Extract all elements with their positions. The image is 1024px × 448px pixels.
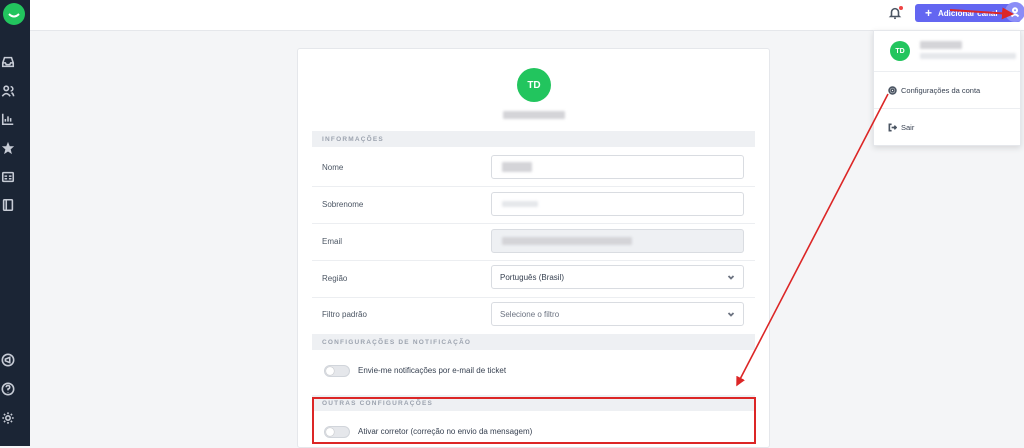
- profile-card: TD INFORMAÇÕES Nome Sobrenome Email Regi…: [297, 48, 770, 448]
- contacts-icon[interactable]: [0, 83, 16, 99]
- chevron-down-icon: [727, 310, 735, 318]
- dropdown-divider: [874, 108, 1020, 109]
- user-menu-avatar[interactable]: [1005, 2, 1024, 22]
- redacted-name-value: [502, 162, 532, 172]
- profile-avatar: TD: [517, 68, 551, 102]
- email-ticket-notification-toggle[interactable]: [324, 365, 350, 377]
- redacted-dropdown-name: [920, 41, 962, 49]
- megaphone-icon[interactable]: [0, 352, 16, 368]
- sidebar: [0, 0, 30, 446]
- row-divider: [312, 186, 755, 187]
- name-label: Nome: [322, 163, 344, 172]
- toggle-knob: [326, 367, 334, 375]
- logout-label: Sair: [901, 123, 915, 132]
- app-logo-icon[interactable]: [3, 3, 25, 25]
- help-icon[interactable]: [0, 381, 16, 397]
- gear-icon: [888, 86, 897, 95]
- account-settings-menu-item[interactable]: Configurações da conta: [888, 86, 980, 95]
- email-field[interactable]: [491, 229, 744, 253]
- star-icon[interactable]: [0, 140, 16, 156]
- default-filter-select[interactable]: Selecione o filtro: [491, 302, 744, 326]
- region-select[interactable]: Português (Brasil): [491, 265, 744, 289]
- user-icon: [1010, 7, 1020, 17]
- region-value: Português (Brasil): [500, 272, 565, 282]
- account-settings-label: Configurações da conta: [901, 86, 981, 95]
- dropdown-avatar: TD: [890, 41, 910, 61]
- notification-dot: [899, 6, 903, 10]
- logout-icon: [888, 123, 897, 132]
- email-label: Email: [322, 237, 343, 246]
- name-field[interactable]: [491, 155, 744, 179]
- section-header-notifications: CONFIGURAÇÕES DE NOTIFICAÇÃO: [312, 334, 755, 350]
- redacted-surname-value: [502, 201, 538, 207]
- dashboard-icon[interactable]: [0, 169, 16, 185]
- redacted-email-value: [502, 237, 632, 245]
- region-label: Região: [322, 274, 348, 283]
- email-ticket-notification-label: Envie-me notificações por e-mail de tick…: [358, 366, 507, 375]
- add-channel-label: Adicionar canal: [938, 8, 998, 18]
- section-header-info: INFORMAÇÕES: [312, 131, 755, 147]
- default-filter-placeholder: Selecione o filtro: [500, 309, 560, 319]
- default-filter-label: Filtro padrão: [322, 310, 367, 319]
- book-icon[interactable]: [0, 197, 16, 213]
- top-bar: + Adicionar canal: [30, 0, 1024, 31]
- plus-icon: +: [925, 6, 933, 20]
- redacted-user-name: [503, 111, 565, 119]
- settings-icon[interactable]: [0, 410, 16, 426]
- logout-menu-item[interactable]: Sair: [888, 123, 914, 132]
- dropdown-divider: [874, 71, 1020, 72]
- notifications-bell-icon[interactable]: [888, 6, 904, 22]
- surname-field[interactable]: [491, 192, 744, 216]
- row-divider: [312, 260, 755, 261]
- inbox-icon[interactable]: [0, 54, 16, 70]
- user-dropdown-menu: TD Configurações da conta Sair: [873, 30, 1021, 146]
- row-divider: [312, 297, 755, 298]
- annotation-highlight-box: [312, 397, 756, 444]
- surname-label: Sobrenome: [322, 200, 364, 209]
- chevron-down-icon: [727, 273, 735, 281]
- row-divider: [312, 223, 755, 224]
- reports-icon[interactable]: [0, 111, 16, 127]
- redacted-dropdown-email: [920, 53, 1016, 59]
